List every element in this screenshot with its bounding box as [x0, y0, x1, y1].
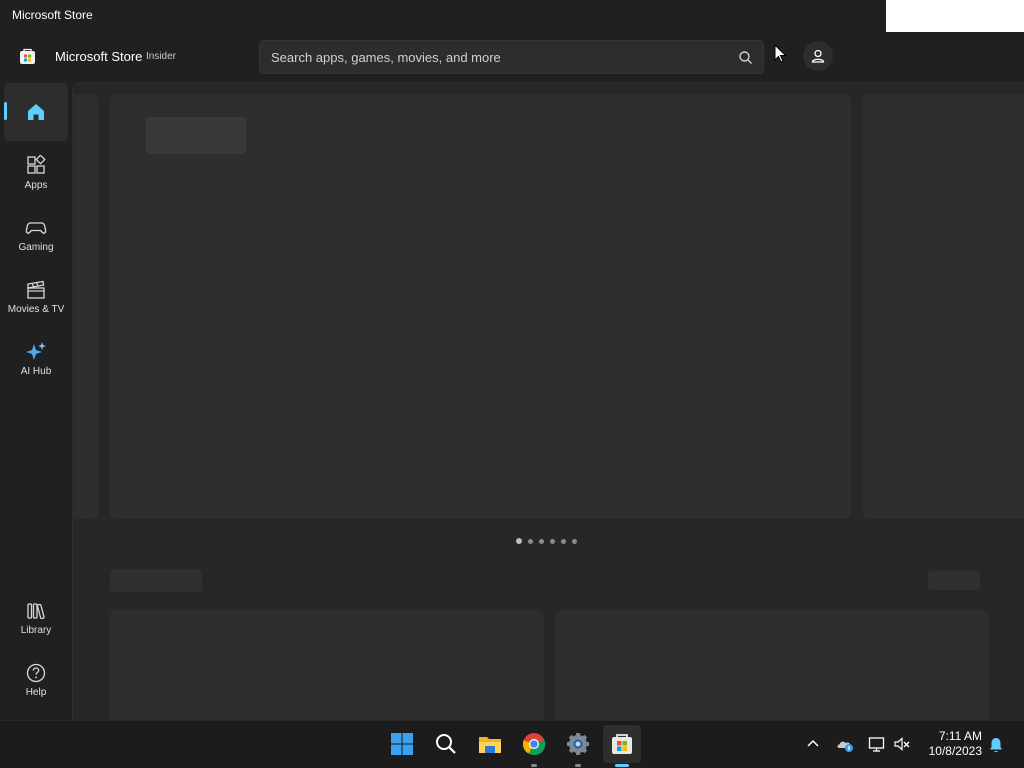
card-placeholder [555, 610, 989, 720]
sidebar-item-library[interactable]: Library [4, 590, 68, 648]
sidebar-item-gaming[interactable]: Gaming [4, 207, 68, 265]
settings-icon [567, 733, 589, 755]
app-header: Microsoft Store Insider [0, 32, 1024, 82]
taskbar-search-button[interactable] [427, 725, 465, 763]
sidebar-item-movies-tv[interactable]: Movies & TV [4, 269, 68, 327]
section-title-placeholder [110, 569, 202, 592]
file-explorer-icon [479, 737, 501, 753]
taskbar-settings[interactable] [559, 725, 597, 767]
microsoft-store-logo-icon [20, 48, 35, 64]
clapperboard-icon [27, 280, 45, 299]
sidebar-item-apps[interactable]: Apps [4, 145, 68, 203]
active-indicator [4, 102, 7, 120]
running-indicator [575, 764, 581, 767]
sidebar: Apps Gaming Movies & TV AI Hub Library H… [0, 82, 72, 720]
system-clock[interactable]: 7:11 AM 10/8/2023 [918, 729, 982, 759]
clock-time: 7:11 AM [938, 729, 982, 743]
home-icon [28, 104, 44, 120]
search-icon[interactable] [737, 49, 755, 67]
sidebar-item-help[interactable]: Help [4, 652, 68, 710]
account-button[interactable] [803, 41, 833, 71]
volume-muted-icon[interactable] [893, 735, 911, 753]
hero-title-placeholder [146, 117, 246, 154]
mouse-cursor-icon [774, 44, 787, 63]
search-input[interactable] [271, 41, 731, 73]
notification-bell-icon[interactable] [987, 736, 1005, 754]
sidebar-item-label: Movies & TV [7, 304, 65, 315]
card-placeholder [110, 610, 544, 720]
microsoft-store-icon [612, 734, 632, 754]
sidebar-item-label: AI Hub [20, 366, 52, 377]
hero-banner[interactable] [110, 94, 851, 519]
windows-start-icon [391, 733, 413, 755]
title-bar-overlay [886, 0, 1024, 32]
library-icon [27, 603, 45, 620]
onedrive-icon[interactable] [836, 735, 854, 753]
sidebar-item-home[interactable] [4, 83, 68, 141]
carousel-dot[interactable] [539, 538, 544, 544]
running-indicator [531, 764, 537, 767]
title-bar: Microsoft Store [0, 0, 1024, 32]
hero-next-slide[interactable] [863, 94, 1024, 519]
search-box[interactable] [259, 40, 764, 74]
carousel-pager [516, 537, 577, 545]
help-icon [26, 663, 46, 683]
see-all-placeholder [928, 571, 980, 590]
user-icon [811, 49, 825, 63]
network-icon[interactable] [868, 735, 886, 753]
carousel-dot[interactable] [516, 538, 522, 544]
app-name: Microsoft Store [55, 49, 143, 64]
taskbar-file-explorer[interactable] [471, 725, 509, 763]
carousel-dot[interactable] [550, 538, 555, 544]
carousel-dot[interactable] [528, 538, 533, 544]
clock-date: 10/8/2023 [928, 744, 982, 758]
start-button[interactable] [383, 725, 421, 763]
taskbar-chrome[interactable] [515, 725, 553, 767]
sidebar-item-label: Library [20, 625, 52, 636]
apps-icon [27, 155, 46, 174]
active-indicator [615, 764, 629, 767]
sidebar-item-label: Gaming [18, 242, 54, 253]
home-content [72, 82, 1024, 720]
insider-badge: Insider [146, 51, 177, 62]
chrome-icon [522, 733, 546, 756]
carousel-dot[interactable] [572, 538, 577, 544]
window-title: Microsoft Store [12, 8, 93, 22]
taskbar-microsoft-store[interactable] [603, 725, 641, 767]
gamepad-icon [25, 222, 47, 234]
search-icon [436, 734, 456, 754]
sidebar-item-label: Help [25, 687, 47, 698]
hero-previous-slide[interactable] [74, 94, 98, 519]
sidebar-item-label: Apps [24, 180, 48, 191]
carousel-dot[interactable] [561, 538, 566, 544]
taskbar: 7:11 AM 10/8/2023 [0, 720, 1024, 768]
chevron-up-icon[interactable] [804, 735, 822, 753]
sparkle-icon [26, 342, 46, 360]
sidebar-item-ai-hub[interactable]: AI Hub [4, 331, 68, 389]
